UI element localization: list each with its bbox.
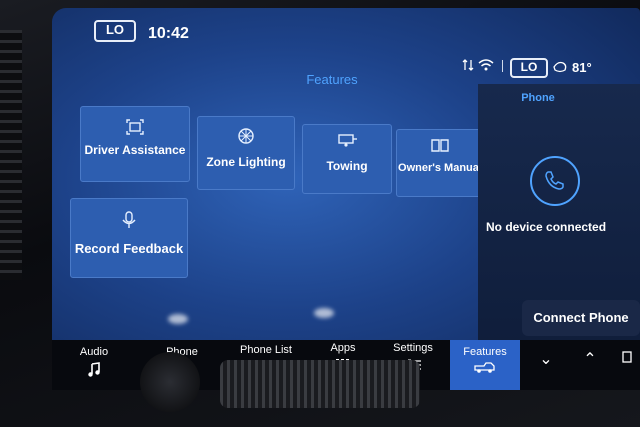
truck-icon	[474, 362, 495, 373]
outside-temperature-icon	[553, 61, 567, 73]
glare	[314, 308, 334, 318]
dock-audio[interactable]: Audio	[60, 340, 128, 390]
phone-status-text: No device connected	[486, 220, 607, 234]
tile-label: Owner's Manual	[398, 162, 482, 174]
zone-lighting-tile[interactable]: Zone Lighting	[197, 116, 295, 190]
book-icon	[431, 139, 449, 152]
clock: 10:42	[148, 25, 189, 42]
features-title: Features	[306, 72, 358, 87]
signal-arrows-icon	[462, 59, 474, 71]
tile-label: Towing	[326, 159, 368, 173]
dock-scroll-up-chevron-icon[interactable]: ⌃	[570, 340, 610, 390]
towing-tile[interactable]: Towing	[302, 124, 392, 194]
wifi-icon	[478, 59, 494, 71]
dock-label: Audio	[79, 346, 109, 358]
climate-right-badge[interactable]: LO	[510, 58, 548, 78]
tile-label: Record Feedback	[74, 241, 184, 256]
dock-mode-icon[interactable]	[614, 340, 640, 390]
outside-temperature: 81°	[572, 60, 592, 75]
dock-features[interactable]: Features	[450, 340, 520, 390]
phone-status-ring	[530, 156, 580, 206]
phone-panel-title: Phone	[521, 92, 555, 104]
connect-phone-button[interactable]: Connect Phone	[522, 300, 640, 336]
dock-scroll-down-chevron-icon[interactable]: ⌄	[526, 340, 566, 390]
dock-label: Apps	[330, 342, 356, 354]
tile-label: Zone Lighting	[206, 155, 286, 169]
climate-control-dial[interactable]	[220, 360, 420, 408]
glare	[168, 314, 188, 324]
zone-lighting-icon	[238, 128, 254, 144]
status-bar: LO 10:42 LO 81°	[52, 8, 640, 78]
dock-label: Phone List	[240, 344, 292, 356]
driver-assistance-icon	[126, 119, 144, 135]
phone-panel: Phone No device connected Connect Phone	[478, 84, 640, 356]
status-divider	[502, 60, 503, 72]
towing-icon	[338, 134, 357, 147]
volume-knob[interactable]	[140, 352, 200, 412]
driver-assistance-tile[interactable]: Driver Assistance	[80, 106, 190, 182]
dock-label: Features	[463, 346, 507, 358]
owners-manual-tile[interactable]: Owner's Manual	[396, 129, 484, 197]
climate-left-badge[interactable]: LO	[94, 20, 136, 42]
record-feedback-tile[interactable]: Record Feedback	[70, 198, 188, 278]
microphone-icon	[122, 211, 136, 228]
infotainment-screen: LO 10:42 LO 81° Features Driver Assistan…	[52, 8, 640, 388]
tile-label: Driver Assistance	[84, 143, 186, 157]
air-vent	[0, 30, 22, 280]
music-note-icon	[88, 362, 100, 377]
screen-mode-icon	[622, 351, 632, 363]
phone-icon	[545, 171, 564, 190]
dock-label: Settings	[393, 342, 433, 354]
